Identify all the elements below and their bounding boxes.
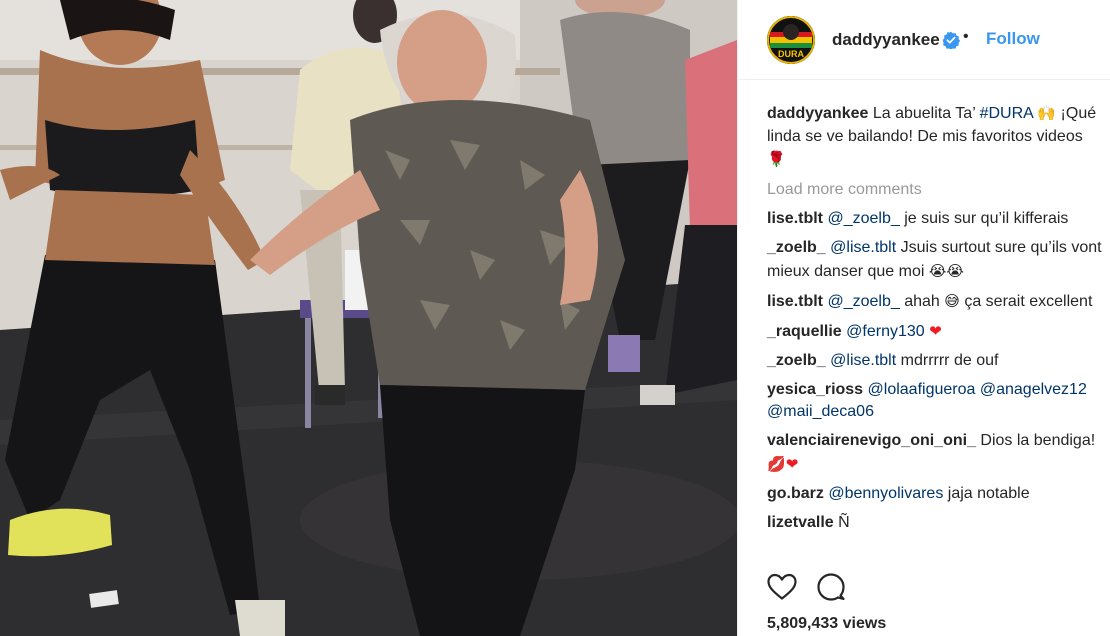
comment-bubble-icon[interactable]	[816, 573, 846, 601]
comment-text: je suis sur qu’il kifferais	[899, 210, 1069, 227]
emoji: 😅	[944, 291, 960, 310]
comment-text: jaja notable	[943, 484, 1030, 502]
heart-outline-icon[interactable]	[767, 573, 797, 601]
comment-item: _zoelb_ @lise.tblt mdrrrrr de ouf	[767, 350, 1103, 373]
comment-username[interactable]: lizetvalle	[767, 514, 834, 531]
load-more-comments-button[interactable]: Load more comments	[767, 179, 1103, 202]
user-mention[interactable]: @_zoelb_	[827, 293, 899, 310]
user-mention[interactable]: @anagelvez12	[980, 381, 1087, 398]
post-actions	[767, 573, 887, 601]
user-mention[interactable]: @maii_deca06	[767, 403, 874, 420]
emoji: 💋	[767, 454, 786, 473]
comment-container: lise.tblt @_zoelb_ je suis sur qu’il kif…	[767, 208, 1103, 534]
caption-hashtag[interactable]: #DURA	[980, 105, 1033, 122]
raised-hands-emoji: 🙌	[1037, 104, 1057, 122]
follow-button[interactable]: Follow	[986, 29, 1040, 49]
comment-item: yesica_rioss @lolaafigueroa @anagelvez12…	[767, 379, 1103, 424]
user-mention[interactable]: @ferny130	[846, 323, 925, 340]
comment-item: lizetvalle Ñ	[767, 512, 1103, 535]
comment-username[interactable]: lise.tblt	[767, 210, 823, 227]
user-mention[interactable]: @bennyolivares	[828, 485, 943, 502]
comment-item: lise.tblt @_zoelb_ je suis sur qu’il kif…	[767, 208, 1103, 231]
verified-badge-icon	[942, 31, 960, 49]
comment-item: lise.tblt @_zoelb_ ahah 😅 ça serait exce…	[767, 290, 1103, 314]
comment-item: _zoelb_ @lise.tblt Jsuis surtout sure qu…	[767, 237, 1103, 283]
header-username[interactable]: daddyyankee	[832, 30, 940, 50]
user-mention[interactable]: @lise.tblt	[830, 239, 896, 256]
comment-item: valenciairenevigo_oni_oni_ Dios la bendi…	[767, 430, 1103, 476]
comment-text: ça serait excellent	[959, 292, 1093, 310]
video-frame	[0, 0, 737, 636]
caption-text: La abuelita Ta’	[872, 105, 980, 122]
comment-username[interactable]: _zoelb_	[767, 239, 826, 256]
user-mention[interactable]: @_zoelb_	[827, 210, 899, 227]
user-mention[interactable]: @lise.tblt	[830, 352, 896, 369]
comment-username[interactable]: go.barz	[767, 485, 824, 502]
comment-username[interactable]: yesica_rioss	[767, 381, 863, 398]
user-mention[interactable]: @lolaafigueroa	[868, 381, 976, 398]
comment-item: _raquellie @ferny130 ❤	[767, 320, 1103, 344]
avatar[interactable]: DURA	[767, 16, 815, 64]
comment-text: mdrrrrr de ouf	[896, 351, 999, 369]
post-caption: daddyyankee La abuelita Ta’ #DURA 🙌 ¡Qué…	[767, 102, 1103, 172]
caption-username[interactable]: daddyyankee	[767, 105, 868, 122]
emoji: ❤	[785, 454, 799, 473]
avatar-image: DURA	[767, 16, 815, 64]
comment-username[interactable]: valenciairenevigo_oni_oni_	[767, 432, 976, 449]
comment-text: Dios la bendiga!	[980, 432, 1096, 449]
comments-list: daddyyankee La abuelita Ta’ #DURA 🙌 ¡Qué…	[767, 102, 1103, 534]
header-separator: •	[963, 28, 969, 45]
comment-username[interactable]: _raquellie	[767, 323, 842, 340]
avatar-logo-text: DURA	[778, 49, 804, 59]
post-side-panel: DURA daddyyankee • Follow daddyyankee La…	[738, 0, 1110, 636]
comment-item: go.barz @bennyolivares jaja notable	[767, 483, 1103, 506]
emoji: ❤	[929, 321, 942, 340]
post-header: DURA daddyyankee • Follow	[738, 0, 1110, 80]
view-count[interactable]: 5,809,433 views	[767, 615, 886, 633]
comment-text: ahah	[899, 292, 945, 310]
post-video[interactable]	[0, 0, 737, 636]
comment-text: Ñ	[838, 513, 850, 531]
emoji: 😭😭	[928, 261, 964, 280]
rose-emoji: 🌹	[767, 150, 786, 168]
comment-username[interactable]: lise.tblt	[767, 293, 823, 310]
comment-username[interactable]: _zoelb_	[767, 352, 826, 369]
